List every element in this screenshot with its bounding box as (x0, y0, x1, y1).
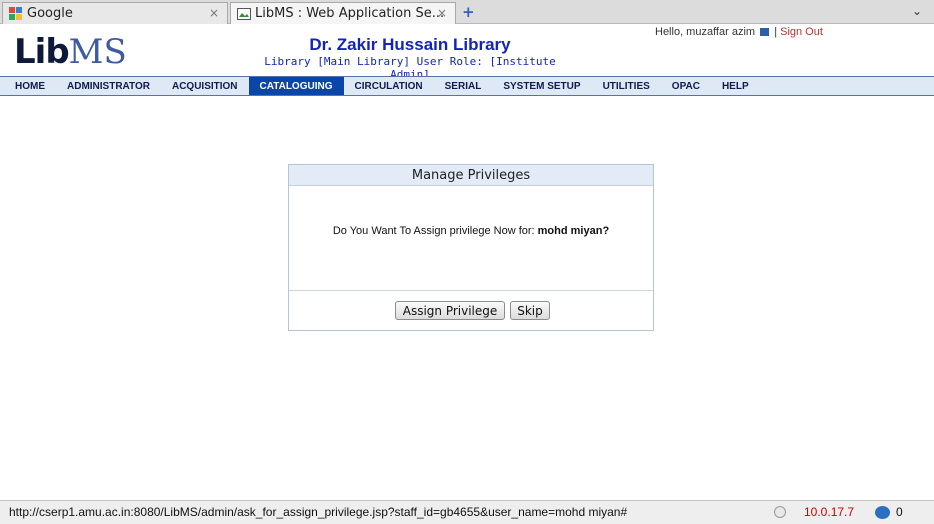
close-tab-icon[interactable]: × (209, 6, 219, 20)
main-menu-bar: HOME ADMINISTRATOR ACQUISITION CATALOGUI… (0, 76, 934, 96)
tab-title: LibMS : Web Application Se... (255, 6, 445, 21)
app-header: LibMS Dr. Zakir Hussain Library Library … (0, 24, 934, 81)
tab-menu-chevron-icon[interactable]: ⌄ (912, 4, 922, 18)
tab-google[interactable]: Google × (2, 2, 228, 24)
assign-privilege-button[interactable]: Assign Privilege (395, 301, 505, 320)
user-greeting: Hello, muzaffar azim | Sign Out (655, 26, 823, 38)
dialog-user-name: mohd miyan? (537, 225, 610, 237)
libms-logo: LibMS (14, 32, 127, 72)
addon-status-icon[interactable] (774, 506, 786, 518)
status-url: http://cserp1.amu.ac.in:8080/LibMS/admin… (9, 505, 628, 519)
dialog-message-text: Do You Want To Assign privilege Now for: (332, 225, 538, 237)
notification-icon[interactable] (875, 506, 890, 519)
menu-item-utilities[interactable]: UTILITIES (592, 77, 661, 95)
greeting-text: Hello, muzaffar azim (655, 26, 756, 38)
menu-item-cataloguing[interactable]: CATALOGUING (248, 77, 344, 95)
separator: | (774, 26, 778, 38)
browser-tab-bar: Google × LibMS : Web Application Se... ×… (0, 0, 934, 24)
google-favicon-icon (9, 6, 23, 21)
dialog-message: Do You Want To Assign privilege Now for:… (289, 225, 653, 237)
skip-button[interactable]: Skip (510, 301, 550, 320)
status-ip: 10.0.17.7 (804, 505, 855, 519)
menu-item-administrator[interactable]: ADMINISTRATOR (56, 77, 161, 95)
new-tab-icon[interactable]: + (462, 3, 475, 21)
close-tab-icon[interactable]: × (437, 6, 447, 20)
menu-item-circulation[interactable]: CIRCULATION (344, 77, 434, 95)
notification-count: 0 (896, 505, 903, 519)
menu-item-home[interactable]: HOME (4, 77, 56, 95)
menu-item-system-setup[interactable]: SYSTEM SETUP (492, 77, 591, 95)
logo-lib-text: Lib (14, 32, 70, 72)
menu-item-help[interactable]: HELP (711, 77, 760, 95)
menu-item-acquisition[interactable]: ACQUISITION (161, 77, 249, 95)
library-name: Dr. Zakir Hussain Library (309, 35, 511, 54)
menu-item-opac[interactable]: OPAC (661, 77, 711, 95)
dialog-divider (289, 290, 653, 291)
sign-out-link[interactable]: Sign Out (780, 26, 823, 38)
browser-status-bar: http://cserp1.amu.ac.in:8080/LibMS/admin… (0, 500, 934, 524)
menu-item-serial[interactable]: SERIAL (434, 77, 493, 95)
user-menu-icon[interactable] (760, 28, 770, 37)
dialog-title: Manage Privileges (289, 165, 653, 186)
tab-title: Google (27, 6, 73, 21)
libms-favicon-icon (237, 7, 251, 21)
logo-ms-text: MS (68, 32, 127, 72)
manage-privileges-dialog: Manage Privileges Do You Want To Assign … (288, 164, 654, 331)
tab-libms[interactable]: LibMS : Web Application Se... × (230, 2, 456, 24)
